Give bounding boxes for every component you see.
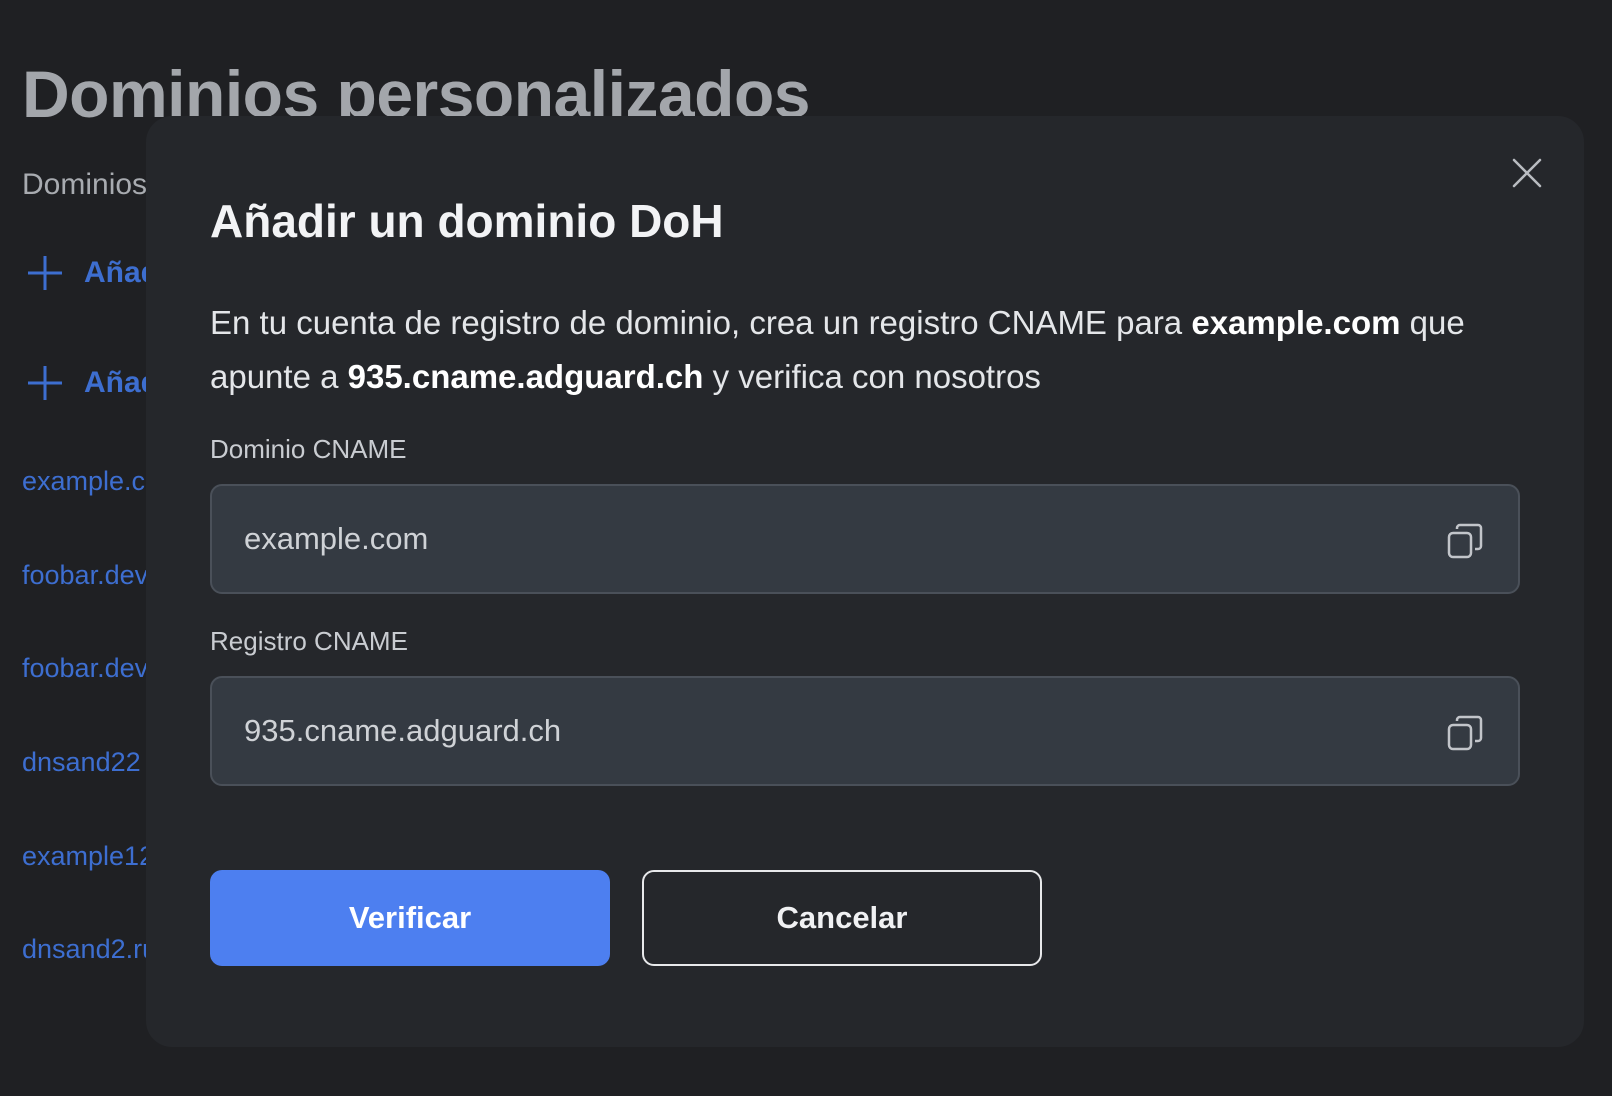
modal-title: Añadir un dominio DoH	[210, 195, 724, 247]
copy-cname-record-button[interactable]	[1446, 714, 1484, 752]
description-text: y verifica con nosotros	[703, 358, 1041, 395]
domain-link[interactable]: dnsand2.ru	[22, 934, 157, 965]
copy-icon	[1447, 523, 1483, 559]
verify-button[interactable]: Verificar	[210, 870, 610, 966]
cname-domain-field[interactable]	[212, 486, 1518, 592]
plus-icon	[28, 366, 62, 400]
modal-description: En tu cuenta de registro de dominio, cre…	[210, 296, 1530, 404]
domain-link[interactable]: example12	[22, 841, 154, 872]
cname-record-field[interactable]	[212, 678, 1518, 784]
domain-link[interactable]: foobar.dev	[22, 560, 148, 591]
cancel-button[interactable]: Cancelar	[642, 870, 1042, 966]
close-icon	[1512, 158, 1542, 188]
section-subtitle: Dominios	[22, 168, 148, 201]
domain-link[interactable]: dnsand22	[22, 747, 141, 778]
close-button[interactable]	[1510, 156, 1544, 190]
description-domain: example.com	[1191, 304, 1401, 341]
cname-record-field-wrapper	[210, 676, 1520, 786]
cname-domain-label: Dominio CNAME	[210, 434, 407, 464]
cname-record-label: Registro CNAME	[210, 626, 408, 656]
page: Dominios personalizados Dominios Añadir …	[0, 0, 1612, 1096]
copy-icon	[1447, 715, 1483, 751]
description-target: 935.cname.adguard.ch	[347, 358, 704, 395]
plus-icon	[28, 256, 62, 290]
domain-link[interactable]: foobar.dev	[22, 653, 148, 684]
copy-cname-domain-button[interactable]	[1446, 522, 1484, 560]
description-text: En tu cuenta de registro de dominio, cre…	[210, 304, 1192, 341]
add-doh-domain-modal: Añadir un dominio DoH En tu cuenta de re…	[146, 116, 1584, 1047]
cname-domain-field-wrapper	[210, 484, 1520, 594]
